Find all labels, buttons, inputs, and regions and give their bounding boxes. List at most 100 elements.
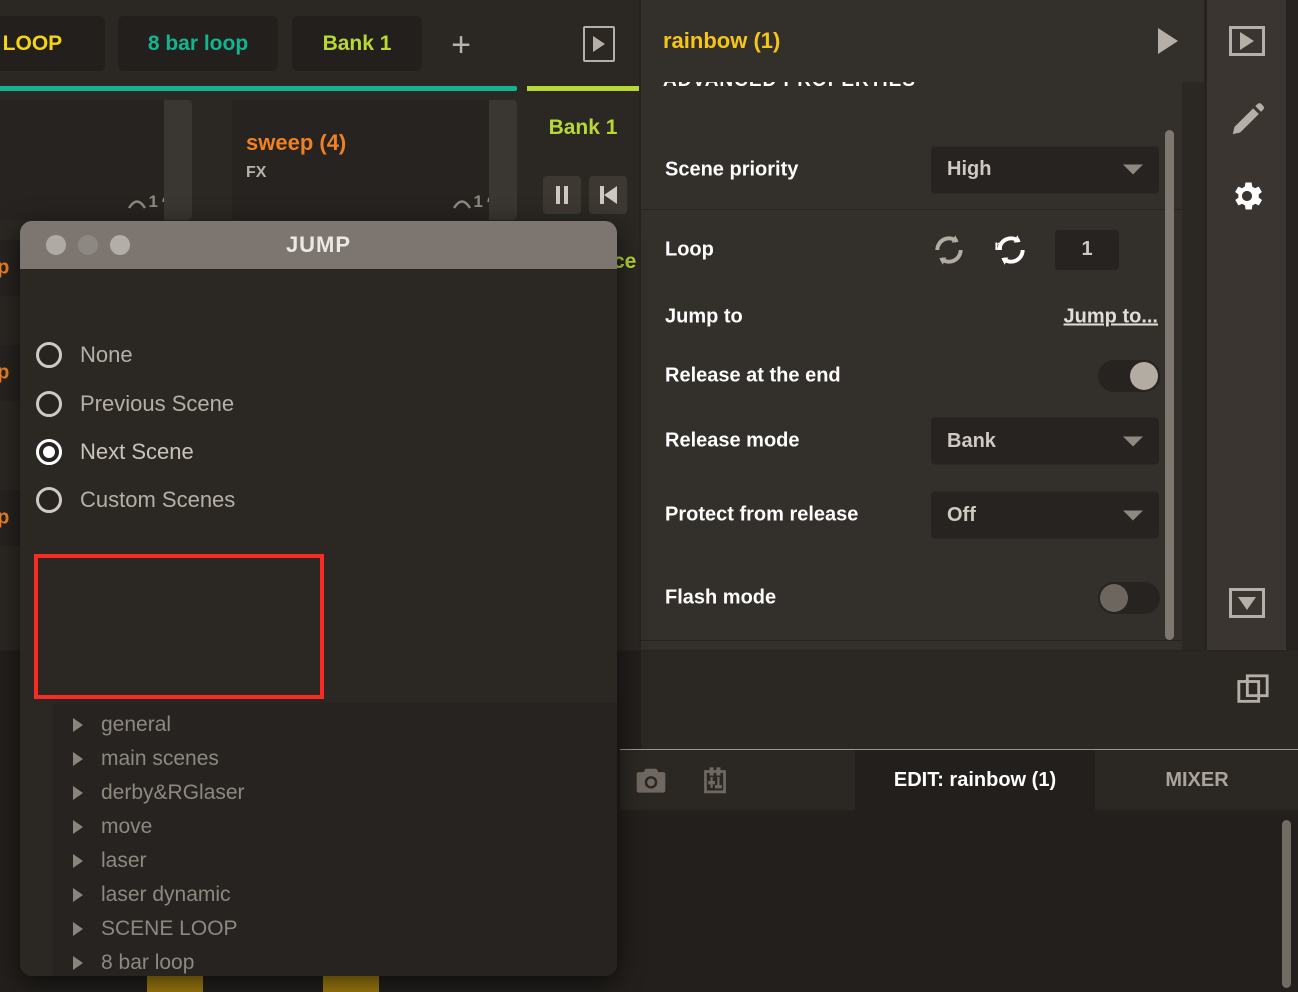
play-all-button[interactable] bbox=[583, 26, 615, 62]
loop-controls: n 1 bbox=[931, 229, 1119, 270]
properties-group-playback: Loop n 1 Jump to Jump to... Release at t… bbox=[641, 210, 1182, 556]
tab-edit-scene[interactable]: EDIT: rainbow (1) bbox=[855, 750, 1095, 811]
duplicate-icon[interactable] bbox=[1236, 673, 1270, 707]
tab-scene-loop[interactable]: E LOOP bbox=[0, 16, 105, 71]
chevron-right-icon[interactable] bbox=[73, 922, 83, 936]
row-label: Jump to bbox=[665, 305, 743, 328]
row-protect-from-release: Protect from release Off bbox=[641, 475, 1182, 555]
bank-pause-button[interactable] bbox=[543, 176, 581, 214]
row-jump-to: Jump to Jump to... bbox=[641, 289, 1182, 345]
bottom-canvas bbox=[620, 810, 1298, 992]
radio-option-next-scene[interactable]: Next Scene bbox=[36, 428, 194, 476]
tree-item-laser-dynamic[interactable]: laser dynamic bbox=[73, 878, 231, 912]
row-label: Release mode bbox=[665, 429, 800, 452]
scene-priority-select[interactable]: High bbox=[931, 146, 1159, 193]
release-mode-select[interactable]: Bank bbox=[931, 417, 1159, 465]
dialog-title: JUMP bbox=[285, 232, 352, 257]
radio-option-previous-scene[interactable]: Previous Scene bbox=[36, 380, 234, 428]
select-value: High bbox=[947, 158, 992, 180]
scene-card-handle-1[interactable] bbox=[164, 100, 192, 220]
camera-icon[interactable] bbox=[634, 766, 668, 796]
tab-mixer[interactable]: MIXER bbox=[1097, 750, 1297, 811]
tree-item-move[interactable]: move bbox=[73, 810, 152, 844]
bank-previous-button[interactable] bbox=[589, 176, 627, 214]
jump-dialog: JUMP None Previous Scene Next Scene Cust… bbox=[20, 221, 617, 976]
row-loop: Loop n 1 bbox=[641, 210, 1182, 289]
tab-bank-1[interactable]: Bank 1 bbox=[292, 16, 422, 71]
radio-option-custom-scenes[interactable]: Custom Scenes bbox=[36, 476, 235, 524]
radio-icon bbox=[36, 487, 62, 513]
radio-label: None bbox=[80, 342, 133, 367]
radio-label: Next Scene bbox=[80, 439, 194, 464]
tree-item-8-bar-loop[interactable]: 8 bar loop bbox=[73, 946, 194, 976]
highlight-annotation bbox=[34, 554, 324, 699]
tree-item-general[interactable]: general bbox=[73, 708, 171, 742]
rail-settings-button[interactable] bbox=[1228, 177, 1266, 215]
chevron-right-icon[interactable] bbox=[73, 888, 83, 902]
gear-icon bbox=[1234, 182, 1262, 210]
chevron-right-icon[interactable] bbox=[73, 956, 83, 970]
scene-card-title: sweep (4) bbox=[246, 130, 347, 155]
row-label: Protect from release bbox=[665, 503, 859, 526]
radio-icon bbox=[36, 342, 62, 368]
properties-panel: rainbow (1) ADVANCED PROPERTIES Scene pr… bbox=[641, 0, 1204, 650]
tab-8-bar-loop[interactable]: 8 bar loop bbox=[118, 16, 278, 71]
play-scene-icon[interactable] bbox=[1158, 28, 1178, 54]
radio-option-none[interactable]: None bbox=[36, 331, 133, 379]
loop-n-times-icon[interactable]: n bbox=[993, 232, 1029, 268]
collapse-down-icon bbox=[1228, 588, 1265, 618]
app-window: E LOOP 8 bar loop Bank 1 + bow (4) 1 bbox=[0, 0, 1298, 992]
play-triangle-icon bbox=[593, 36, 605, 52]
row-flash-mode: Flash mode bbox=[641, 555, 1182, 640]
row-release-at-the-end: Release at the end bbox=[641, 345, 1182, 407]
jump-to-link[interactable]: Jump to... bbox=[1064, 306, 1158, 329]
page-title: rainbow (1) bbox=[663, 28, 781, 53]
chevron-down-icon bbox=[1123, 510, 1143, 520]
radio-label: Custom Scenes bbox=[80, 487, 236, 512]
rail-edit-button[interactable] bbox=[1227, 100, 1267, 140]
chevron-right-icon[interactable] bbox=[73, 718, 83, 732]
dialog-titlebar[interactable]: JUMP bbox=[20, 221, 617, 269]
arc-icon bbox=[127, 200, 146, 209]
radio-icon bbox=[36, 391, 62, 417]
tree-item-scene-loop[interactable]: SCENE LOOP bbox=[73, 912, 238, 946]
chevron-right-icon[interactable] bbox=[73, 752, 83, 766]
scene-card-handle-2[interactable] bbox=[489, 100, 517, 220]
properties-scrollbar[interactable] bbox=[1165, 130, 1174, 640]
bottom-scrollbar[interactable] bbox=[1282, 820, 1291, 988]
svg-text:n: n bbox=[995, 238, 1003, 253]
scene-card-subtitle: FX bbox=[246, 164, 267, 181]
tree-item-laser[interactable]: laser bbox=[73, 844, 147, 878]
row-label: Release at the end bbox=[665, 364, 841, 387]
bank-column-title: Bank 1 bbox=[548, 116, 618, 139]
chevron-right-icon[interactable] bbox=[73, 786, 83, 800]
properties-scroll[interactable]: ADVANCED PROPERTIES Scene priority High … bbox=[641, 82, 1182, 650]
add-tab-button[interactable]: + bbox=[440, 24, 482, 66]
tree-item-main-scenes[interactable]: main scenes bbox=[73, 742, 219, 776]
rail-play-button[interactable] bbox=[1228, 26, 1265, 56]
fixture-icon[interactable] bbox=[698, 766, 732, 796]
row-label: Scene priority bbox=[665, 158, 799, 180]
release-at-end-toggle[interactable] bbox=[1098, 360, 1160, 392]
chevron-down-icon bbox=[1123, 436, 1143, 446]
scene-tree[interactable]: general main scenes derby&RGlaser move l… bbox=[53, 702, 617, 976]
select-value: Off bbox=[947, 503, 976, 526]
loop-infinite-icon[interactable] bbox=[931, 232, 967, 268]
scene-card-rainbow[interactable]: bow (4) 1 bbox=[0, 100, 192, 220]
tree-item-derby-rglaser[interactable]: derby&RGlaser bbox=[73, 776, 245, 810]
properties-group-priority: Scene priority High bbox=[641, 130, 1182, 210]
flash-mode-toggle[interactable] bbox=[1098, 581, 1160, 614]
chevron-right-icon[interactable] bbox=[73, 854, 83, 868]
chevron-down-icon bbox=[1123, 164, 1143, 175]
protect-from-release-select[interactable]: Off bbox=[931, 491, 1159, 539]
scene-card-sweep[interactable]: sweep (4) FX 1 bbox=[232, 100, 517, 220]
scene-tab-bar: E LOOP 8 bar loop Bank 1 + bbox=[0, 0, 639, 80]
bottom-tab-strip: EDIT: rainbow (1) MIXER bbox=[620, 749, 1298, 811]
chevron-right-icon[interactable] bbox=[73, 820, 83, 834]
rail-collapse-button[interactable] bbox=[1228, 588, 1265, 618]
skip-previous-icon bbox=[599, 186, 617, 204]
loop-count-field[interactable]: 1 bbox=[1055, 229, 1119, 270]
scene-card-title: bow (4) bbox=[0, 130, 1, 156]
column-accent-2 bbox=[0, 86, 517, 91]
properties-header: rainbow (1) bbox=[641, 0, 1204, 82]
